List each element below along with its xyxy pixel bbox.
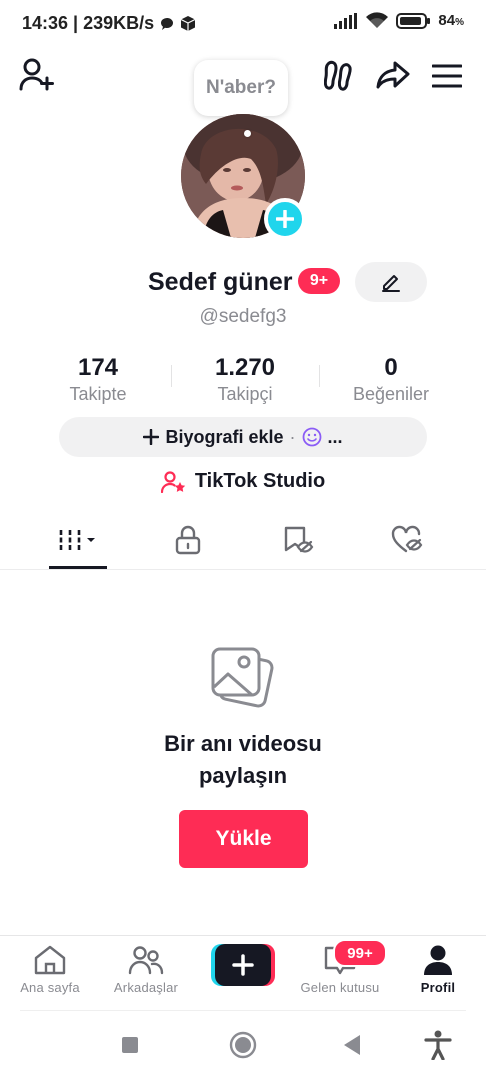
stat-followers-value: 1.270 [214,354,276,381]
stat-following-value: 174 [77,354,119,381]
stat-followers[interactable]: 1.270 Takipçi [195,354,295,406]
photo-empty-icon [209,645,277,716]
bio-more: ... [327,426,343,447]
signal-icon [334,12,358,29]
edit-profile-button[interactable] [355,262,427,302]
nav-friends-label: Arkadaşlar [113,980,179,995]
pencil-icon [382,275,400,292]
accessibility-icon [424,1030,452,1061]
home-icon [34,945,66,975]
recents-button[interactable] [121,1036,139,1059]
liked-icon [391,525,423,553]
nav-inbox-label: Gelen kutusu [300,980,380,995]
add-bio-button[interactable]: Biyografi ekle · ... [59,417,427,457]
plus-icon [276,210,294,228]
tab-liked[interactable] [378,520,438,560]
nav-home[interactable]: Ana sayfa [0,944,100,995]
back-button[interactable] [342,1034,362,1061]
person-star-icon [160,470,186,493]
battery-level: 84% [438,12,464,29]
status-bar: 14:36 | 239KB/s 84% [0,0,486,46]
stat-likes-value: 0 [384,354,398,381]
videos-grid-icon [59,530,95,550]
nav-friends[interactable]: Arkadaşlar [96,944,196,995]
share-icon [376,61,410,89]
friends-icon [128,946,164,975]
chat-bubble-icon [161,17,174,30]
battery-icon [396,12,431,29]
empty-state-title: Bir anı videosu paylaşın [0,728,486,792]
share-profile-button[interactable] [376,60,410,95]
stat-divider [171,365,172,387]
tiktok-studio-label: TikTok Studio [194,470,326,492]
empty-title-line1: Bir anı videosu [164,731,322,756]
nav-profile-label: Profil [420,980,456,995]
add-friend-icon [19,58,54,91]
tiktok-studio-link[interactable]: TikTok Studio [0,470,486,493]
note-bubble-dot [244,130,251,137]
profile-name: Sedef güner [148,268,293,296]
plus-icon [143,429,160,445]
stat-divider [319,365,320,387]
lock-icon [175,525,201,555]
bio-separator: · [289,426,296,447]
profile-views-button[interactable] [323,60,354,97]
inbox-badge: 99+ [333,939,387,967]
status-time: 14:36 | 239KB/s [22,13,155,33]
profile-icon [424,945,452,975]
menu-icon [431,64,463,88]
empty-title-line2: paylaşın [198,763,288,788]
stat-following[interactable]: 174 Takipte [48,354,148,406]
name-notification-badge[interactable]: 9+ [298,268,340,294]
system-nav-divider [20,1010,466,1011]
stat-likes-label: Beğeniler [352,384,430,404]
tab-saved[interactable] [268,520,328,560]
menu-button[interactable] [431,64,463,93]
create-button[interactable] [211,944,275,986]
bottom-nav-divider [0,935,486,936]
stat-following-label: Takipte [69,384,127,404]
accessibility-button[interactable] [424,1030,452,1065]
stat-followers-label: Takipçi [217,384,273,404]
square-icon [122,1037,138,1053]
nav-home-label: Ana sayfa [20,980,80,995]
status-left: 14:36 | 239KB/s [22,13,196,34]
smiley-icon [302,427,321,447]
create-icon [211,944,275,986]
note-bubble[interactable]: N'aber? [194,60,288,116]
saved-icon [284,526,314,553]
home-system-button[interactable] [229,1031,257,1064]
package-icon [181,16,196,31]
tabs-divider [0,569,486,570]
circle-icon [229,1031,257,1059]
add-bio-label: Biyografi ekle [165,426,284,447]
tab-private[interactable] [158,520,218,560]
tab-videos[interactable] [48,520,108,560]
wifi-icon [366,12,389,28]
add-photo-button[interactable] [264,198,306,240]
nav-profile[interactable]: Profil [388,944,486,995]
back-triangle-icon [344,1035,360,1055]
status-right: 84% [334,12,464,29]
note-text: N'aber? [206,77,276,98]
upload-button[interactable]: Yükle [179,810,308,868]
profile-handle: @sedefg3 [199,306,287,327]
footprints-icon [323,60,352,91]
add-friend-button[interactable] [18,58,56,97]
stat-likes[interactable]: 0 Beğeniler [336,354,446,406]
